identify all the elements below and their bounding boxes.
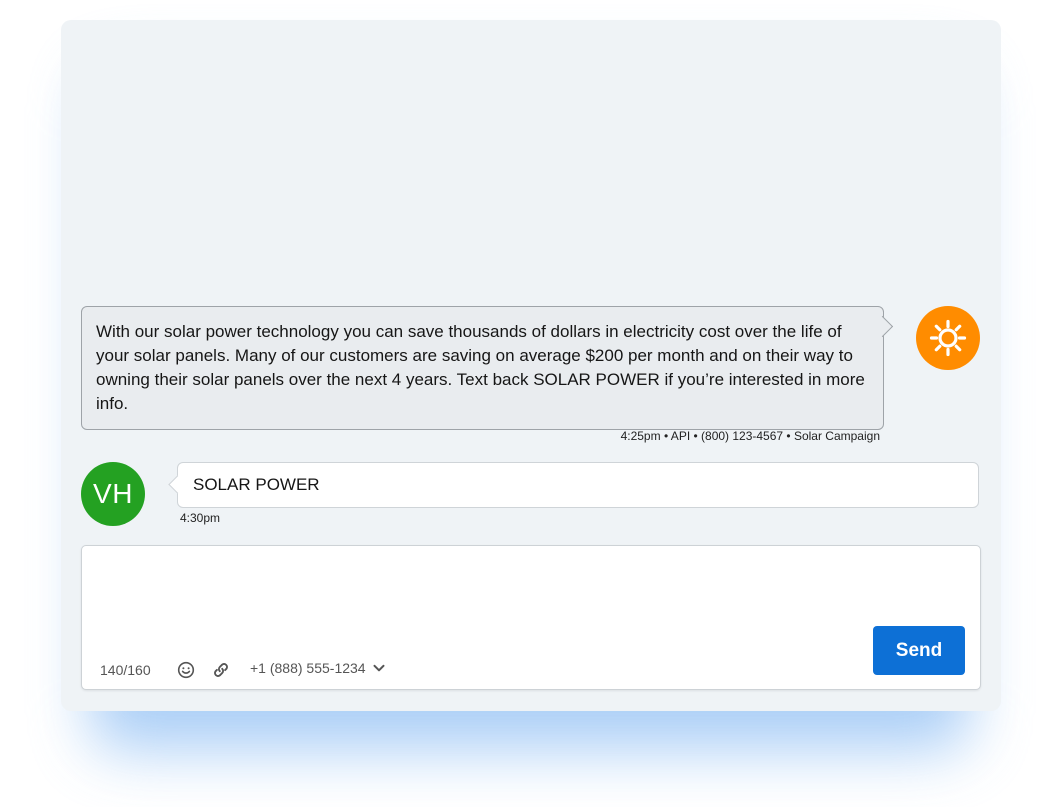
message-composer: 140/160 +1 (888) 555-1234 Send — [81, 545, 981, 690]
emoji-icon[interactable] — [176, 660, 196, 680]
sun-icon — [929, 319, 967, 357]
outgoing-message-text: With our solar power technology you can … — [96, 322, 865, 413]
message-input[interactable] — [96, 558, 860, 622]
conversation-panel: With our solar power technology you can … — [61, 20, 1001, 711]
outgoing-message-bubble: With our solar power technology you can … — [81, 306, 884, 430]
stage: With our solar power technology you can … — [0, 0, 1062, 807]
character-count: 140/160 — [100, 662, 151, 678]
incoming-message-time: 4:30pm — [180, 511, 221, 525]
from-number-select[interactable]: +1 (888) 555-1234 — [250, 660, 386, 676]
from-number-value: +1 (888) 555-1234 — [250, 660, 366, 676]
contact-avatar-initials: VH — [93, 478, 133, 509]
contact-avatar: VH — [81, 462, 145, 526]
send-button[interactable]: Send — [873, 626, 965, 675]
incoming-message-text: SOLAR POWER — [193, 475, 320, 494]
chevron-down-icon — [373, 664, 385, 672]
sender-avatar — [916, 306, 980, 370]
outgoing-message-meta: 4:25pm • API • (800) 123-4567 • Solar Ca… — [620, 429, 880, 443]
link-icon[interactable] — [211, 660, 231, 680]
incoming-message-bubble: SOLAR POWER — [177, 462, 979, 508]
